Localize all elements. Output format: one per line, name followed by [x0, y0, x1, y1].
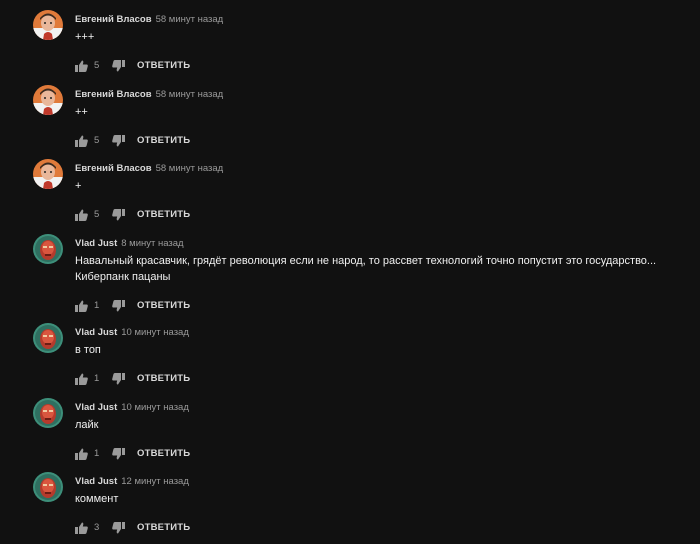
comment-timestamp[interactable]: 58 минут назад: [156, 89, 224, 100]
reply-button[interactable]: ОТВЕТИТЬ: [137, 60, 190, 71]
thumbs-up-icon[interactable]: [75, 299, 88, 312]
comment-text: ++: [75, 106, 88, 118]
author-name[interactable]: Vlad Just: [75, 327, 117, 338]
comment-body: Евгений Власов 58 минут назад ++ 5 ОТВЕТИТЬ: [75, 85, 693, 147]
avatar[interactable]: [33, 398, 63, 428]
comment-actions: 1 ОТВЕТИТЬ: [75, 446, 693, 460]
avatar[interactable]: [33, 85, 63, 115]
reply-button[interactable]: ОТВЕТИТЬ: [137, 522, 190, 533]
like-count: 1: [94, 447, 100, 459]
comment-header: Vlad Just 10 минут назад: [75, 398, 693, 413]
comment-timestamp[interactable]: 58 минут назад: [156, 14, 224, 25]
thumbs-down-icon[interactable]: [112, 59, 125, 72]
comment-body: Евгений Власов 58 минут назад +++ 5 ОТВЕТИТЬ: [75, 10, 693, 72]
comment-header: Vlad Just 12 минут назад: [75, 472, 693, 487]
thumbs-down-icon[interactable]: [112, 299, 125, 312]
reply-button[interactable]: ОТВЕТИТЬ: [137, 300, 190, 311]
like-count: 1: [94, 299, 100, 311]
comment-text: +: [75, 180, 82, 192]
thumbs-up-icon[interactable]: [75, 372, 88, 385]
like-count: 5: [94, 208, 100, 220]
author-name[interactable]: Евгений Власов: [75, 163, 152, 174]
comment-body: Vlad Just 8 минут назад Навальный красавчи…: [75, 234, 693, 312]
author-name[interactable]: Vlad Just: [75, 402, 117, 413]
avatar[interactable]: [33, 323, 63, 353]
thumbs-up-icon[interactable]: [75, 59, 88, 72]
like-count: 1: [94, 372, 100, 384]
thumbs-up-icon[interactable]: [75, 208, 88, 221]
comments-list: Евгений Власов 58 минут назад +++ 5 ОТВЕТИТЬ…: [0, 0, 700, 544]
thumbs-down-icon[interactable]: [112, 447, 125, 460]
comment-header: Евгений Власов 58 минут назад: [75, 85, 693, 100]
like-count: 5: [94, 59, 100, 71]
comment-actions: 5 ОТВЕТИТЬ: [75, 207, 693, 221]
comment-timestamp[interactable]: 58 минут назад: [156, 163, 224, 174]
thumbs-up-icon[interactable]: [75, 447, 88, 460]
like-count: 3: [94, 521, 100, 533]
author-name[interactable]: Евгений Власов: [75, 14, 152, 25]
avatar[interactable]: [33, 472, 63, 502]
comment-header: Евгений Власов 58 минут назад: [75, 159, 693, 174]
reply-button[interactable]: ОТВЕТИТЬ: [137, 135, 190, 146]
comment-actions: 1 ОТВЕТИТЬ: [75, 371, 693, 385]
reply-button[interactable]: ОТВЕТИТЬ: [137, 448, 190, 459]
avatar[interactable]: [33, 10, 63, 40]
comment-text: Навальный красавчик, грядёт революция ес…: [75, 255, 657, 283]
comment-actions: 1 ОТВЕТИТЬ: [75, 298, 693, 312]
author-name[interactable]: Vlad Just: [75, 238, 117, 249]
comment-text: коммент: [75, 493, 119, 505]
comment-actions: 5 ОТВЕТИТЬ: [75, 133, 693, 147]
comment-timestamp[interactable]: 10 минут назад: [121, 402, 189, 413]
reply-button[interactable]: ОТВЕТИТЬ: [137, 209, 190, 220]
comment-body: Vlad Just 10 минут назад в топ 1 ОТВЕТИТЬ: [75, 323, 693, 385]
thumbs-down-icon[interactable]: [112, 372, 125, 385]
thumbs-down-icon[interactable]: [112, 521, 125, 534]
avatar[interactable]: [33, 234, 63, 264]
comment-timestamp[interactable]: 8 минут назад: [121, 238, 183, 249]
like-count: 5: [94, 134, 100, 146]
comment-header: Vlad Just 8 минут назад: [75, 234, 693, 249]
comment-text: лайк: [75, 419, 99, 431]
thumbs-down-icon[interactable]: [112, 134, 125, 147]
comment-timestamp[interactable]: 10 минут назад: [121, 327, 189, 338]
comment-body: Vlad Just 10 минут назад лайк 1 ОТВЕТИТЬ: [75, 398, 693, 460]
thumbs-down-icon[interactable]: [112, 208, 125, 221]
comment-header: Vlad Just 10 минут назад: [75, 323, 693, 338]
comment-timestamp[interactable]: 12 минут назад: [121, 476, 189, 487]
comment-text: в топ: [75, 344, 101, 356]
comment-body: Евгений Власов 58 минут назад +5 ОТВЕТИТЬ: [75, 159, 693, 221]
comment-actions: 3 ОТВЕТИТЬ: [75, 520, 693, 534]
thumbs-up-icon[interactable]: [75, 521, 88, 534]
comment-actions: 5 ОТВЕТИТЬ: [75, 58, 693, 72]
avatar[interactable]: [33, 159, 63, 189]
comment-body: Vlad Just 12 минут назад коммент 3 ОТВЕТИТЬ: [75, 472, 693, 534]
comment-header: Евгений Власов 58 минут назад: [75, 10, 693, 25]
comment-text: +++: [75, 31, 95, 43]
author-name[interactable]: Евгений Власов: [75, 89, 152, 100]
author-name[interactable]: Vlad Just: [75, 476, 117, 487]
reply-button[interactable]: ОТВЕТИТЬ: [137, 373, 190, 384]
thumbs-up-icon[interactable]: [75, 134, 88, 147]
